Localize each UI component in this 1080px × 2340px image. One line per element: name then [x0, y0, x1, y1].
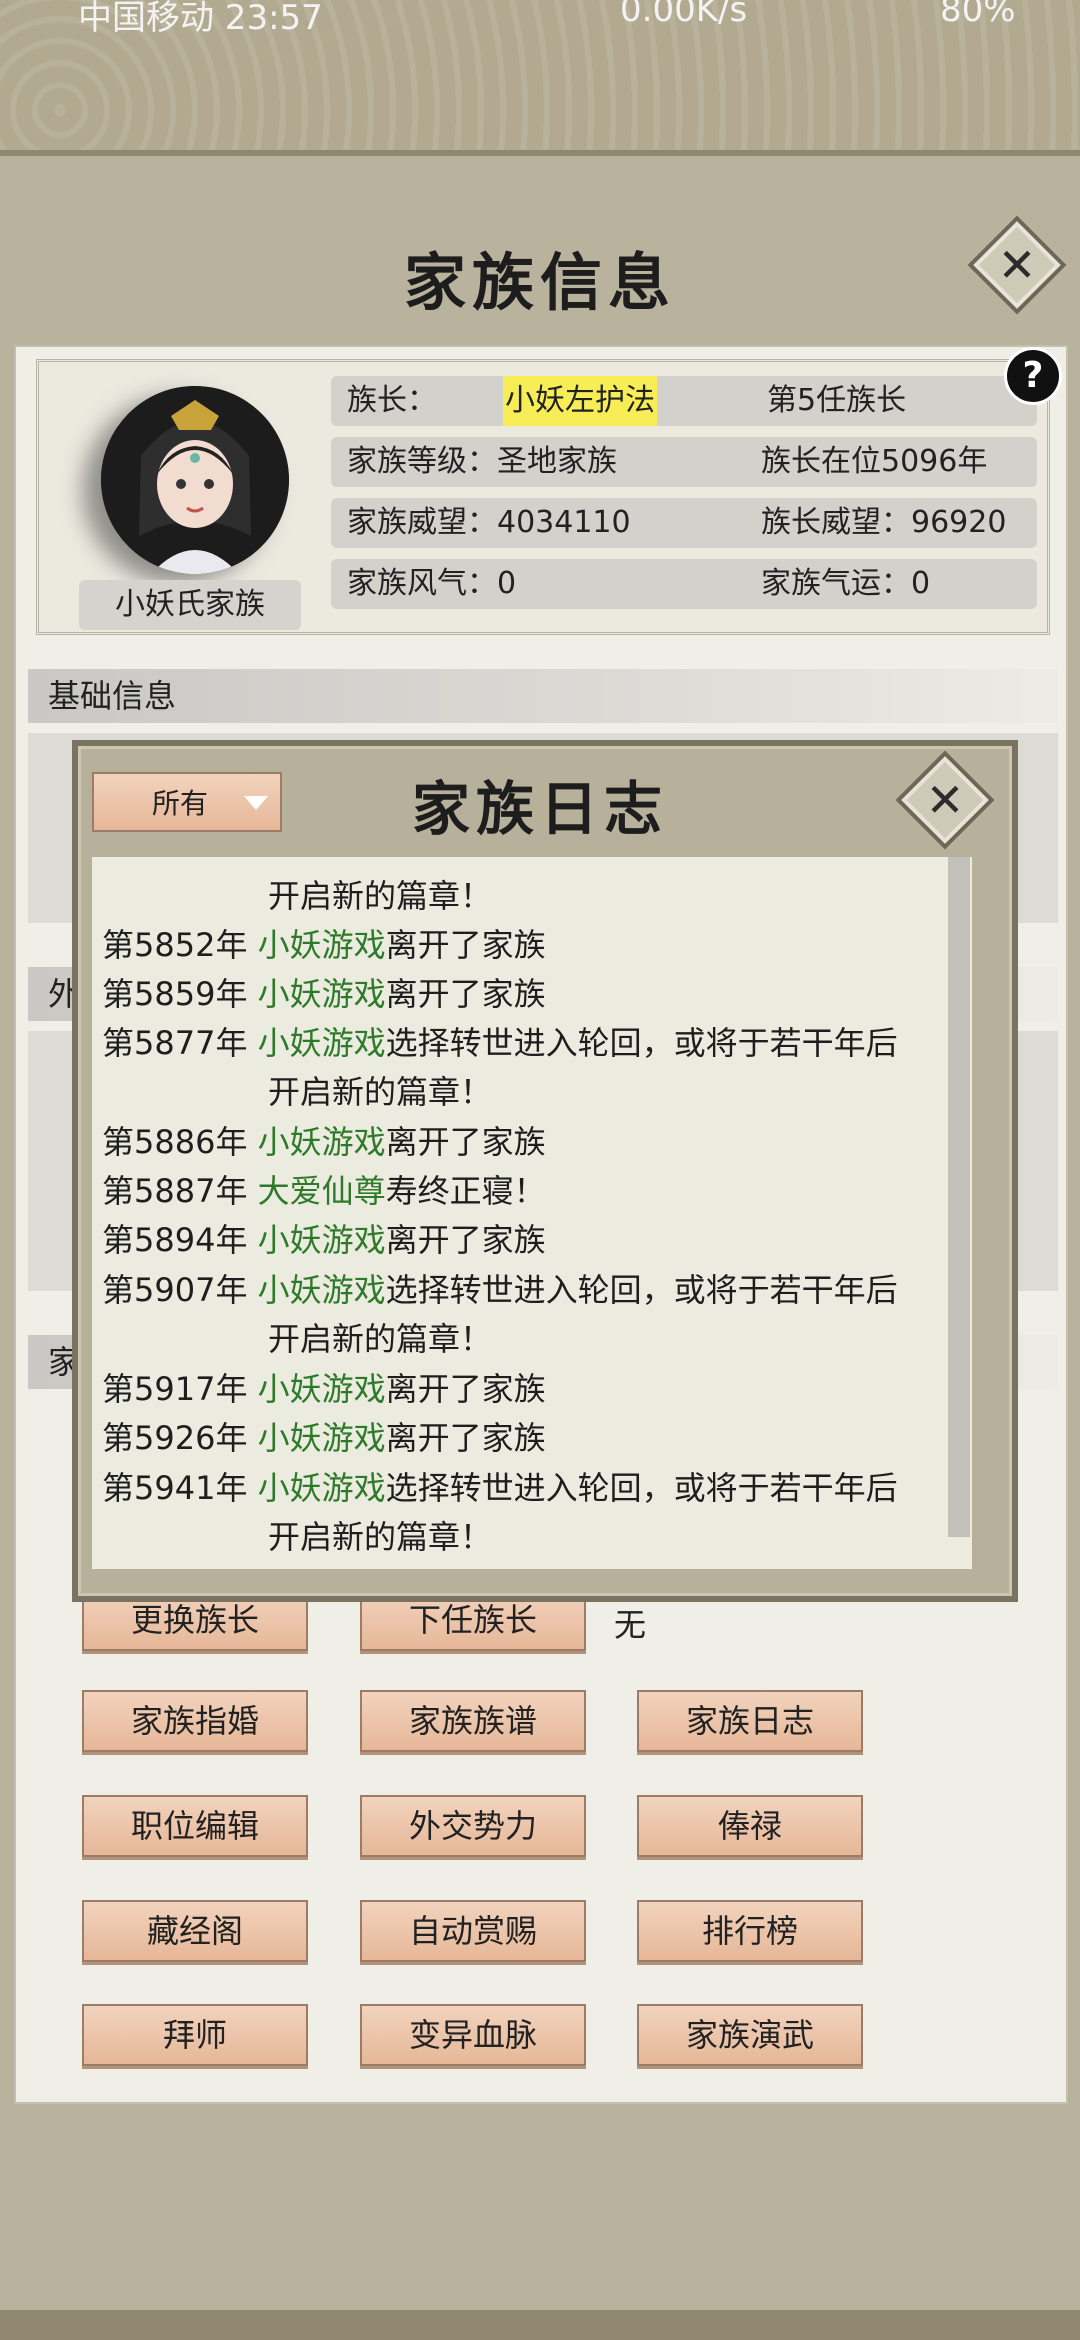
apprentice-button[interactable]: 拜师	[82, 2004, 308, 2066]
leaderboard-button[interactable]: 排行榜	[637, 1900, 863, 1962]
next-leader-value: 无	[614, 1606, 647, 1644]
log-entry: 第5877年 小妖游戏选择转世进入轮回，或将于若干年后	[102, 1024, 898, 1062]
leader-name[interactable]: 小妖左护法	[503, 376, 657, 426]
help-button[interactable]: ?	[1004, 347, 1062, 405]
leader-tenure: 族长在位5096年	[761, 444, 988, 479]
leader-term: 第5任族长	[767, 383, 907, 418]
log-entry: 第5894年 小妖游戏离开了家族	[102, 1221, 546, 1259]
family-fortune: 家族气运：0	[761, 566, 931, 601]
log-entry: 第5852年 小妖游戏离开了家族	[102, 926, 546, 964]
log-entry: 第5887年 大爱仙尊寿终正寝！	[102, 1172, 546, 1210]
close-button[interactable]: ✕	[967, 215, 1067, 315]
mutant-bloodline-button[interactable]: 变异血脉	[360, 2004, 586, 2066]
log-entry: 第5886年 小妖游戏离开了家族	[102, 1123, 546, 1161]
diplomacy-button[interactable]: 外交势力	[360, 1795, 586, 1857]
scripture-pavilion-button[interactable]: 藏经阁	[82, 1900, 308, 1962]
family-tree-button[interactable]: 家族族谱	[360, 1690, 586, 1752]
family-prestige: 家族威望：4034110	[347, 505, 631, 540]
level-row: 家族等级：圣地家族 族长在位5096年	[331, 437, 1037, 487]
log-scrollbar[interactable]	[948, 857, 970, 1537]
log-close-button[interactable]: ✕	[895, 750, 995, 850]
log-entry-continuation: 开启新的篇章！	[268, 1320, 493, 1358]
log-entry: 第5859年 小妖游戏离开了家族	[102, 975, 546, 1013]
leader-prestige: 族长威望：96920	[761, 505, 1007, 540]
family-summary-card: 小妖氏家族 族长： 小妖左护法 第5任族长 家族等级：圣地家族 族长在位5096…	[36, 359, 1050, 635]
family-name-label: 小妖氏家族	[79, 580, 301, 630]
close-icon: ✕	[925, 773, 965, 827]
battery-level: 80%	[940, 0, 1016, 30]
leader-row: 族长： 小妖左护法 第5任族长	[331, 376, 1037, 426]
family-marriage-button[interactable]: 家族指婚	[82, 1690, 308, 1752]
log-entry: 第5907年 小妖游戏选择转世进入轮回，或将于若干年后	[102, 1271, 898, 1309]
auto-reward-button[interactable]: 自动赏赐	[360, 1900, 586, 1962]
family-log-button[interactable]: 家族日志	[637, 1690, 863, 1752]
section-basic-info: 基础信息	[28, 669, 1058, 723]
family-style: 家族风气：0	[347, 566, 517, 601]
log-entry: 第5941年 小妖游戏选择转世进入轮回，或将于若干年后	[102, 1469, 898, 1507]
page-title: 家族信息	[403, 246, 676, 319]
log-entry: 第5926年 小妖游戏离开了家族	[102, 1419, 546, 1457]
leader-label: 族长：	[347, 383, 437, 418]
log-entry: 第5917年 小妖游戏离开了家族	[102, 1370, 546, 1408]
prestige-row: 家族威望：4034110 族长威望：96920	[331, 498, 1037, 548]
portrait-icon	[101, 386, 289, 574]
salary-button[interactable]: 俸禄	[637, 1795, 863, 1857]
log-entry-continuation: 开启新的篇章！	[268, 1518, 493, 1556]
status-bar: 中国移动 23:57 0.00K/s 80%	[0, 0, 1080, 38]
carrier-time: 中国移动 23:57	[78, 0, 323, 38]
family-drill-button[interactable]: 家族演武	[637, 2004, 863, 2066]
chevron-down-icon	[244, 796, 268, 810]
leader-avatar	[101, 386, 289, 574]
style-row: 家族风气：0 家族气运：0	[331, 559, 1037, 609]
network-speed: 0.00K/s	[620, 0, 748, 30]
position-edit-button[interactable]: 职位编辑	[82, 1795, 308, 1857]
close-icon: ✕	[997, 238, 1037, 292]
bottom-decor-band	[0, 2310, 1080, 2340]
log-entry-continuation: 开启新的篇章！	[268, 1073, 493, 1111]
family-level: 家族等级：圣地家族	[347, 444, 617, 479]
log-entry-continuation: 开启新的篇章！	[268, 877, 493, 915]
